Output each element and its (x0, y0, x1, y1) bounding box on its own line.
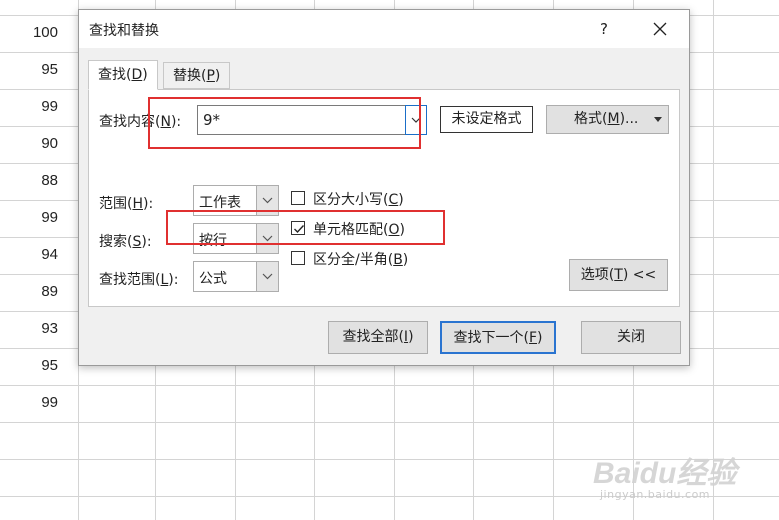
tab-replace-key: P (206, 68, 215, 84)
find-replace-dialog: 查找和替换 ? 查找(D) 替换(P) 查找内容(N): 9* 未设定格式 格式… (78, 9, 690, 366)
help-button[interactable]: ? (589, 14, 619, 44)
sheet-cell[interactable]: 90 (0, 134, 58, 154)
find-what-value: 9* (203, 111, 221, 129)
sheet-cell[interactable]: 100 (0, 23, 58, 43)
find-what-input[interactable]: 9* (197, 105, 427, 135)
checkbox-box[interactable] (291, 251, 305, 265)
no-format-preview: 未设定格式 (440, 106, 533, 133)
look-in-label: 查找范围(L): (99, 272, 179, 288)
sheet-cell[interactable]: 95 (0, 60, 58, 80)
search-value: 按行 (199, 233, 227, 249)
grid-row-line (0, 422, 779, 423)
tab-find[interactable]: 查找(D) (88, 60, 158, 90)
chevron-down-icon (256, 262, 278, 291)
grid-row-line (0, 496, 779, 497)
look-in-select[interactable]: 公式 (193, 261, 279, 292)
match-case-label: 区分大小写(C) (313, 192, 404, 208)
match-entire-cell-label: 单元格匹配(O) (313, 222, 405, 238)
match-byte-label: 区分全/半角(B) (313, 252, 409, 268)
tab-replace-label: 替换 (173, 68, 201, 84)
find-next-button[interactable]: 查找下一个(F) (440, 321, 556, 354)
sheet-cell[interactable]: 93 (0, 319, 58, 339)
tab-find-key: D (131, 67, 143, 83)
sheet-cell[interactable]: 99 (0, 393, 58, 413)
dialog-titlebar: 查找和替换 ? (79, 10, 689, 48)
checkmark-icon (294, 225, 305, 234)
sheet-cell[interactable]: 94 (0, 245, 58, 265)
options-button[interactable]: 选项(T) << (569, 259, 668, 291)
checkbox-box[interactable] (291, 191, 305, 205)
grid-column-line (713, 0, 714, 520)
search-select[interactable]: 按行 (193, 223, 279, 254)
within-value: 工作表 (199, 195, 241, 211)
tab-find-label: 查找 (98, 67, 126, 83)
sheet-cell[interactable]: 89 (0, 282, 58, 302)
dialog-title: 查找和替换 (89, 23, 159, 39)
sheet-cell[interactable]: 95 (0, 356, 58, 376)
chevron-down-icon (411, 117, 421, 123)
within-label: 范围(H): (99, 196, 154, 212)
grid-row-line (0, 385, 779, 386)
dropdown-arrow-icon (654, 117, 662, 122)
chevron-down-icon (256, 186, 278, 215)
format-button[interactable]: 格式(M)... (546, 105, 669, 134)
close-button[interactable]: 关闭 (581, 321, 681, 354)
find-what-label: 查找内容(N): (99, 114, 182, 130)
within-select[interactable]: 工作表 (193, 185, 279, 216)
sheet-cell[interactable]: 99 (0, 208, 58, 228)
grid-row-line (0, 459, 779, 460)
sheet-cell[interactable]: 88 (0, 171, 58, 191)
search-label: 搜索(S): (99, 234, 152, 250)
sheet-cell[interactable]: 99 (0, 97, 58, 117)
look-in-value: 公式 (199, 271, 227, 287)
find-history-dropdown[interactable] (405, 105, 427, 135)
chevron-down-icon (256, 224, 278, 253)
tab-replace[interactable]: 替换(P) (163, 62, 231, 89)
close-icon[interactable] (645, 14, 675, 44)
checkbox-box-checked[interactable] (291, 221, 305, 235)
find-all-button[interactable]: 查找全部(I) (328, 321, 428, 354)
